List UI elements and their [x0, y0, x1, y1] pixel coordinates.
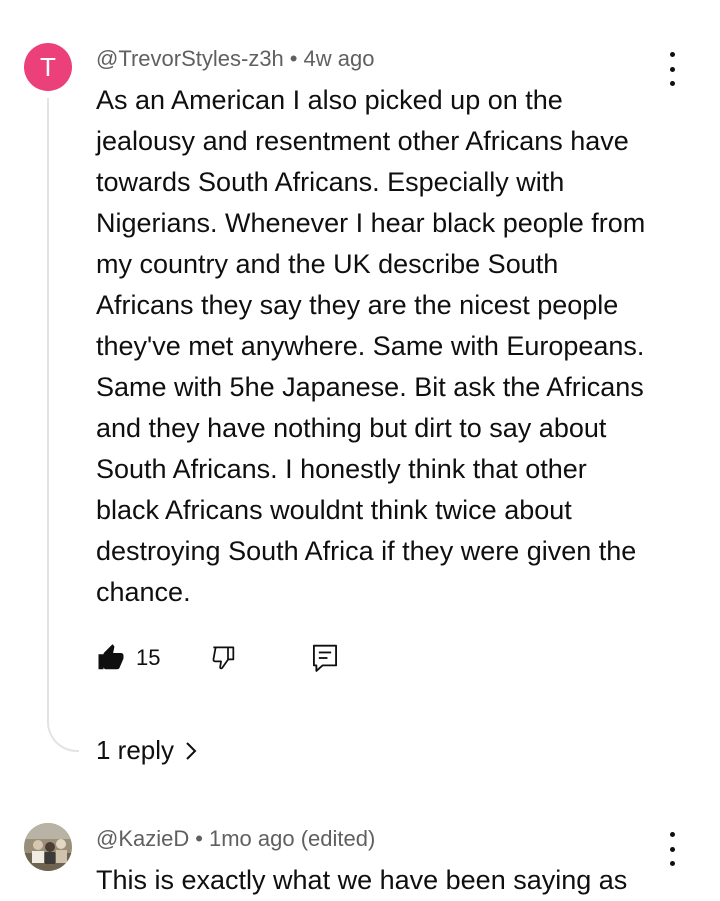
chevron-right-icon — [186, 741, 197, 760]
author-name[interactable]: @KazieD — [96, 826, 189, 851]
comment-meta: @KazieD • 1mo ago (edited) — [96, 826, 375, 852]
comment-text: This is exactly what we have been saying… — [96, 865, 628, 895]
thumbs-up-filled-icon — [98, 644, 124, 670]
comment-text: As an American I also picked up on the j… — [96, 85, 646, 607]
comment-time: 1mo ago (edited) — [208, 826, 376, 851]
reply-button[interactable] — [310, 640, 340, 676]
more-vert-icon-dot — [669, 66, 675, 72]
more-vert-icon-dot — [669, 846, 675, 852]
comment-time: 4w ago — [303, 46, 375, 71]
more-vert-icon — [669, 832, 675, 837]
view-replies-button[interactable]: 1 reply — [96, 735, 198, 766]
comment-reply-icon — [313, 644, 337, 672]
dislike-button[interactable] — [208, 640, 240, 676]
thread-connector-line — [47, 98, 79, 752]
meta-separator: • — [289, 46, 298, 71]
avatar[interactable] — [24, 823, 72, 871]
replies-label: 1 reply — [96, 735, 175, 765]
thumbs-down-outline-icon — [212, 646, 235, 670]
comment-trevorstyles: T @TrevorStyles-z3h • 4w ago As an America… — [0, 0, 720, 800]
like-button[interactable]: 15 — [96, 640, 160, 676]
avatar[interactable]: T — [24, 43, 72, 91]
more-vert-icon — [669, 52, 675, 57]
author-name[interactable]: @TrevorStyles-z3h — [96, 46, 284, 71]
meta-separator: • — [195, 826, 203, 851]
avatar-photo-image — [24, 823, 72, 871]
comment-kazied: @KazieD • 1mo ago (edited) This is exactly… — [0, 800, 720, 895]
like-count: 15 — [136, 645, 161, 670]
comment-meta: @TrevorStyles-z3h • 4w ago — [96, 46, 374, 72]
